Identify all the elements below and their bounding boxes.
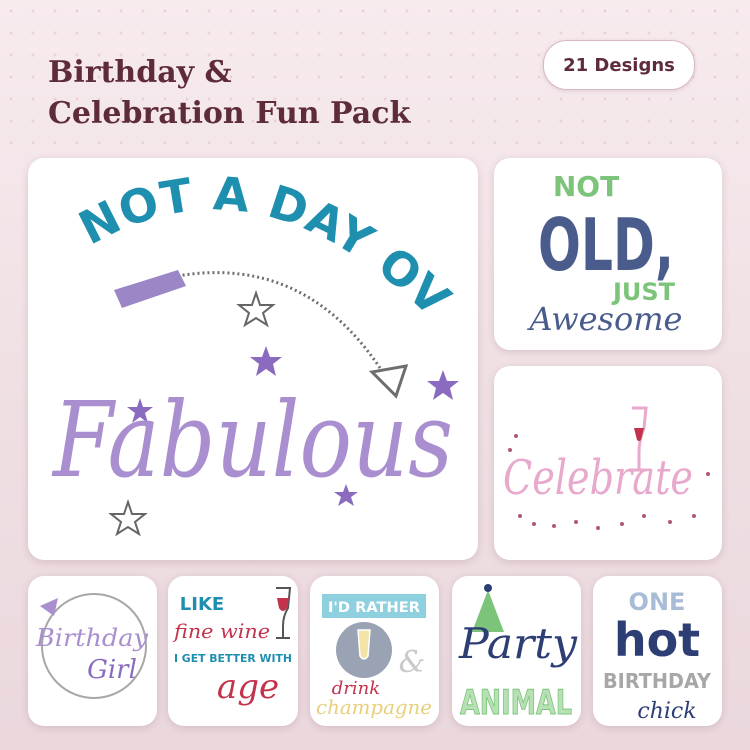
design-text-not-a-day-over: NOT A DAY OVER [28, 158, 461, 327]
design-art-champagne: I'D RATHER & drink champagne [316, 594, 432, 719]
design-art-fine-wine: LIKE fine wine I GET BETTER WITH age [172, 587, 292, 707]
design-card-birthday-girl[interactable]: Birthday Girl [28, 576, 157, 726]
star-outline-2 [108, 498, 148, 537]
title-line-1: Birthday & [48, 55, 232, 90]
design-card-champagne[interactable]: I'D RATHER & drink champagne [310, 576, 439, 726]
design-text-awesome: Awesome [527, 300, 683, 338]
design-text-like: LIKE [180, 594, 224, 615]
design-card-fine-wine[interactable]: LIKE fine wine I GET BETTER WITH age [168, 576, 298, 726]
design-text-animal: ANIMAL [460, 683, 572, 723]
design-count-badge: 21 Designs [543, 40, 695, 90]
party-hat-pompom [484, 584, 492, 592]
design-text-one: ONE [629, 588, 686, 616]
arrow-decoration [40, 598, 58, 616]
design-art-hot-chick: ONE hot BIRTHDAY chick [603, 588, 711, 724]
champagne-glass-icon [357, 629, 371, 660]
design-art-party-animal: Party ANIMAL [458, 584, 578, 724]
design-card-celebrate[interactable]: Celebrate [494, 366, 722, 560]
design-text-ampersand: & [399, 645, 426, 680]
design-text-better: I GET BETTER WITH [174, 652, 292, 665]
arrow-shaft [157, 271, 382, 369]
design-text-girl: Girl [87, 655, 137, 685]
design-art-celebrate: Celebrate [503, 406, 710, 530]
design-text-fine-wine: fine wine [172, 619, 270, 643]
design-card-fabulous[interactable]: NOT A DAY OVER Fabulous [28, 158, 478, 560]
design-art-not-old: NOT OLD, JUST Awesome [527, 170, 683, 338]
design-text-not: NOT [553, 170, 619, 203]
design-art-birthday-girl: Birthday Girl [35, 593, 149, 699]
title-line-2: Celebration Fun Pack [48, 96, 411, 131]
wine-glass-icon [276, 587, 292, 639]
design-text-celebrate: Celebrate [503, 450, 693, 506]
design-text-birthday: BIRTHDAY [603, 669, 711, 693]
design-card-not-old[interactable]: NOT OLD, JUST Awesome [494, 158, 722, 350]
design-text-old: OLD, [538, 203, 674, 287]
design-text-id-rather: I'D RATHER [328, 600, 420, 616]
design-text-age: age [217, 667, 279, 707]
design-card-party-animal[interactable]: Party ANIMAL [452, 576, 581, 726]
design-card-hot-chick[interactable]: ONE hot BIRTHDAY chick [593, 576, 722, 726]
design-text-chick: chick [637, 699, 696, 724]
design-text-birthday: Birthday [35, 624, 149, 652]
arrow-fletching [114, 270, 186, 308]
design-art-fabulous: NOT A DAY OVER Fabulous [28, 158, 461, 537]
page-title: Birthday & Celebration Fun Pack [48, 52, 410, 134]
star-filled-1 [250, 346, 282, 376]
design-text-fabulous: Fabulous [51, 379, 453, 501]
design-text-party: Party [458, 619, 578, 668]
star-outline-1 [236, 289, 276, 328]
design-text-hot: hot [614, 613, 700, 667]
design-text-champagne: champagne [316, 695, 432, 719]
